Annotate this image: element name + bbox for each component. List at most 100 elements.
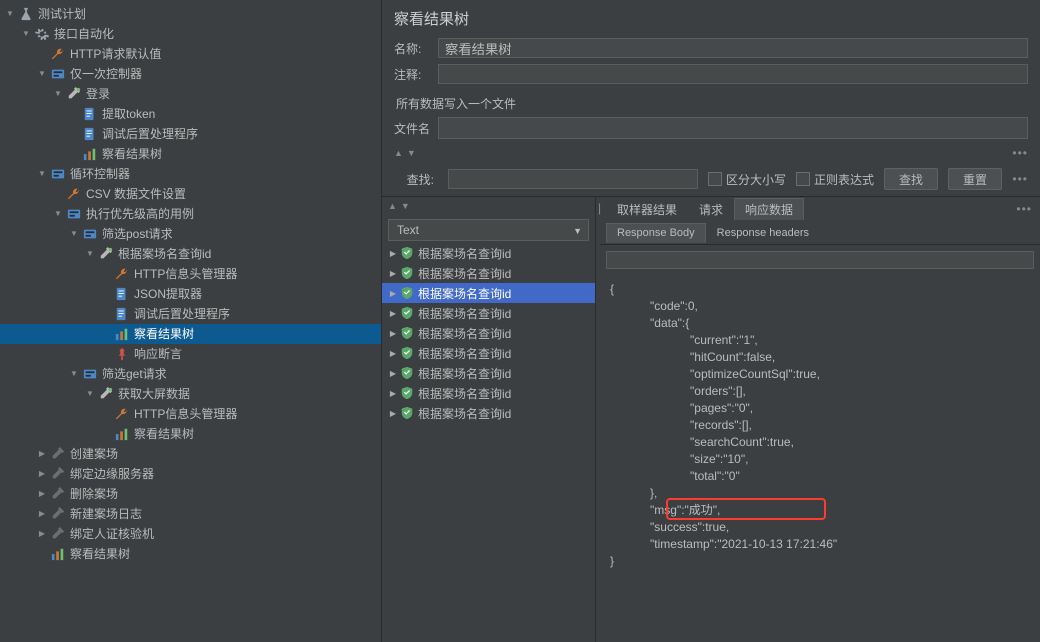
- comment-input[interactable]: [438, 64, 1028, 84]
- result-row[interactable]: ▶根据案场名查询id: [382, 323, 595, 343]
- ctrl-icon: [66, 206, 82, 222]
- debug-post-processor[interactable]: 调试后置处理程序: [0, 124, 381, 144]
- ctrl-icon: [82, 366, 98, 382]
- result-twisty-icon[interactable]: ▶: [388, 389, 398, 398]
- view-results-tree-2[interactable]: 察看结果树: [0, 324, 381, 344]
- extract-token[interactable]: 提取token: [0, 104, 381, 124]
- json-extractor[interactable]: JSON提取器: [0, 284, 381, 304]
- case-sensitive-label: 区分大小写: [726, 171, 786, 188]
- fetch-screen-data[interactable]: ▼获取大屏数据: [0, 384, 381, 404]
- bind-verify[interactable]: ▶绑定人证核验机: [0, 524, 381, 544]
- tree-twisty-icon[interactable]: ▼: [84, 244, 96, 264]
- tab-request[interactable]: 请求: [688, 198, 734, 220]
- http-header-mgr-2[interactable]: HTTP信息头管理器: [0, 404, 381, 424]
- pin-icon: [114, 346, 130, 362]
- bind-edge-server[interactable]: ▶绑定边缘服务器: [0, 464, 381, 484]
- filename-input[interactable]: [438, 117, 1028, 139]
- search-more-icon[interactable]: •••: [1012, 172, 1028, 186]
- loop-controller[interactable]: ▼循环控制器: [0, 164, 381, 184]
- tree-twisty-icon[interactable]: ▼: [4, 4, 16, 24]
- delete-scene[interactable]: ▶删除案场: [0, 484, 381, 504]
- view-results-tree-4[interactable]: 察看结果树: [0, 544, 381, 564]
- once-controller[interactable]: ▼仅一次控制器: [0, 64, 381, 84]
- interface-automation[interactable]: ▼接口自动化: [0, 24, 381, 44]
- flask-icon: [18, 6, 34, 22]
- json-line: }: [610, 553, 1030, 570]
- tabs-more-icon[interactable]: •••: [1016, 202, 1040, 216]
- tree-twisty-icon[interactable]: ▶: [36, 504, 48, 524]
- result-row[interactable]: ▶根据案场名查询id: [382, 263, 595, 283]
- create-scene[interactable]: ▶创建案场: [0, 444, 381, 464]
- expand-up-icon[interactable]: ▲: [394, 148, 403, 158]
- view-results-tree-1[interactable]: 察看结果树: [0, 144, 381, 164]
- search-button[interactable]: 查找: [884, 168, 938, 190]
- doc-icon: [82, 106, 98, 122]
- pipette-icon: [98, 386, 114, 402]
- results-collapse-down-icon[interactable]: ▼: [401, 201, 410, 211]
- tab-response-headers[interactable]: Response headers: [706, 223, 820, 243]
- result-row[interactable]: ▶根据案场名查询id: [382, 303, 595, 323]
- result-row[interactable]: ▶根据案场名查询id: [382, 363, 595, 383]
- search-input[interactable]: [448, 169, 698, 189]
- response-body-view[interactable]: { "code":0, "data":{ "current":"1", "hit…: [600, 275, 1040, 642]
- response-assertion[interactable]: 响应断言: [0, 344, 381, 364]
- tree-twisty-icon[interactable]: ▼: [52, 84, 64, 104]
- tree-twisty-icon[interactable]: ▶: [36, 444, 48, 464]
- test-plan-tree[interactable]: ▼测试计划▼接口自动化HTTP请求默认值▼仅一次控制器▼登录提取token调试后…: [0, 0, 382, 642]
- reset-button[interactable]: 重置: [948, 168, 1002, 190]
- case-sensitive-checkbox[interactable]: 区分大小写: [708, 171, 786, 188]
- tab-sampler-result[interactable]: 取样器结果: [606, 198, 688, 220]
- tree-twisty-icon[interactable]: ▶: [36, 484, 48, 504]
- result-twisty-icon[interactable]: ▶: [388, 289, 398, 298]
- tree-twisty-icon[interactable]: ▼: [84, 384, 96, 404]
- results-collapse-up-icon[interactable]: ▲: [388, 201, 397, 211]
- csv-config[interactable]: CSV 数据文件设置: [0, 184, 381, 204]
- response-search-box[interactable]: [606, 251, 1034, 269]
- login[interactable]: ▼ 登录: [0, 84, 381, 104]
- name-input[interactable]: [438, 38, 1028, 58]
- tree-twisty-icon[interactable]: ▼: [52, 204, 64, 224]
- result-row[interactable]: ▶根据案场名查询id: [382, 383, 595, 403]
- result-twisty-icon[interactable]: ▶: [388, 249, 398, 258]
- query-id-by-name[interactable]: ▼根据案场名查询id: [0, 244, 381, 264]
- regex-checkbox[interactable]: 正则表达式: [796, 171, 874, 188]
- tree-twisty-icon[interactable]: ▼: [36, 64, 48, 84]
- http-defaults[interactable]: HTTP请求默认值: [0, 44, 381, 64]
- new-scene-log[interactable]: ▶新建案场日志: [0, 504, 381, 524]
- result-row[interactable]: ▶根据案场名查询id: [382, 343, 595, 363]
- tree-item-label: 登录: [86, 84, 110, 104]
- expand-down-icon[interactable]: ▼: [407, 148, 416, 158]
- result-row[interactable]: ▶根据案场名查询id: [382, 283, 595, 303]
- search-label: 查找:: [394, 171, 438, 188]
- test-plan[interactable]: ▼测试计划: [0, 4, 381, 24]
- http-header-mgr[interactable]: HTTP信息头管理器: [0, 264, 381, 284]
- result-twisty-icon[interactable]: ▶: [388, 309, 398, 318]
- filter-get-req[interactable]: ▼筛选get请求: [0, 364, 381, 384]
- tree-twisty-icon[interactable]: ▼: [68, 224, 80, 244]
- tree-twisty-icon[interactable]: ▼: [20, 24, 32, 44]
- more-options-icon[interactable]: •••: [1012, 146, 1028, 160]
- pipette-icon: [98, 246, 114, 262]
- view-results-tree-3[interactable]: 察看结果树: [0, 424, 381, 444]
- tree-twisty-icon[interactable]: ▶: [36, 464, 48, 484]
- json-line: "timestamp":"2021-10-13 17:21:46": [610, 536, 1030, 553]
- result-twisty-icon[interactable]: ▶: [388, 329, 398, 338]
- comment-label: 注释:: [394, 66, 438, 83]
- result-row[interactable]: ▶根据案场名查询id: [382, 243, 595, 263]
- result-twisty-icon[interactable]: ▶: [388, 349, 398, 358]
- result-twisty-icon[interactable]: ▶: [388, 369, 398, 378]
- filter-post-req[interactable]: ▼筛选post请求: [0, 224, 381, 244]
- tree-twisty-icon[interactable]: ▼: [36, 164, 48, 184]
- renderer-select[interactable]: Text: [388, 219, 589, 241]
- result-twisty-icon[interactable]: ▶: [388, 409, 398, 418]
- tree-item-label: HTTP请求默认值: [70, 44, 161, 64]
- result-twisty-icon[interactable]: ▶: [388, 269, 398, 278]
- json-line: "success":true,: [610, 519, 1030, 536]
- priority-case[interactable]: ▼执行优先级高的用例: [0, 204, 381, 224]
- tree-twisty-icon[interactable]: ▶: [36, 524, 48, 544]
- debug-post-processor-2[interactable]: 调试后置处理程序: [0, 304, 381, 324]
- tab-response-body[interactable]: Response Body: [606, 223, 706, 243]
- result-row[interactable]: ▶根据案场名查询id: [382, 403, 595, 423]
- tree-twisty-icon[interactable]: ▼: [68, 364, 80, 384]
- tab-response-data[interactable]: 响应数据: [734, 198, 804, 220]
